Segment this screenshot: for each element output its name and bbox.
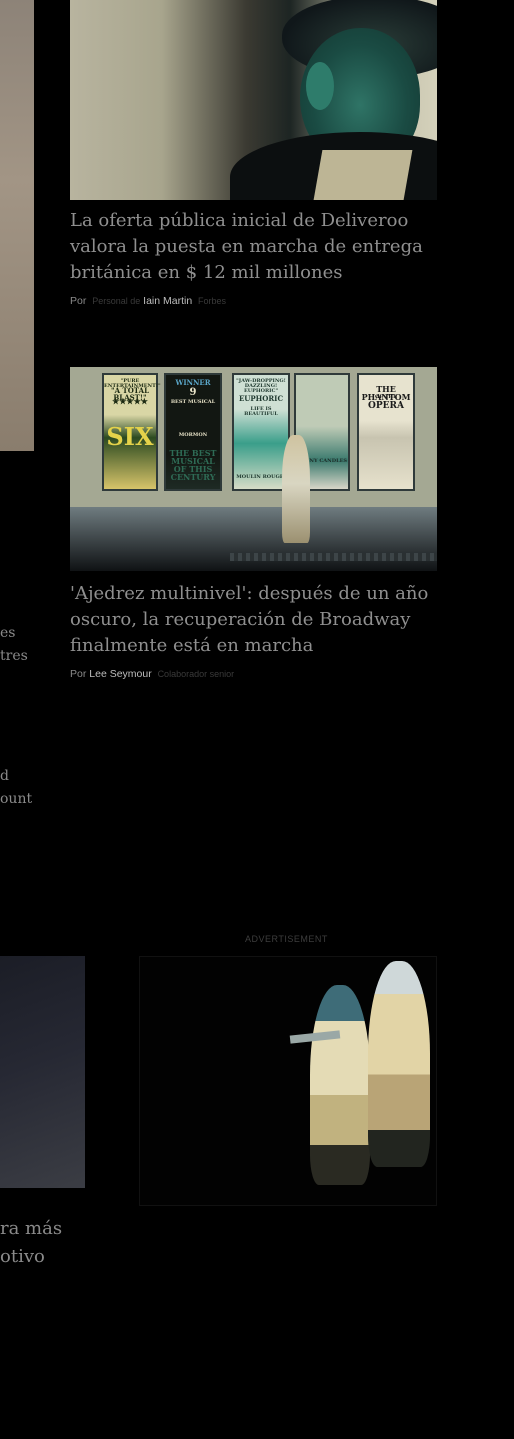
left-text-fragment: d (0, 768, 9, 784)
poster-phantom-opera: THE PHANTOM OF THE OPERA (357, 373, 415, 491)
image-detail (70, 507, 437, 571)
poster-text: EUPHORIC (238, 394, 284, 403)
article-image-broadway[interactable]: "PURE ENTERTAINMENT!" "A TOTAL BLAST!" ★… (70, 367, 437, 571)
byline-author[interactable]: Lee Seymour (89, 668, 151, 680)
byline-by: Por (70, 668, 87, 680)
left-title-fragment[interactable]: ra más (0, 1215, 62, 1243)
advertisement-banner[interactable] (139, 956, 437, 1206)
poster-text: 9 (189, 387, 197, 398)
poster-text: THE BEST MUSICAL OF THIS CENTURY (169, 448, 217, 482)
byline-role: Colaborador senior (157, 669, 235, 679)
image-detail (282, 435, 310, 543)
poster-text: OF THE (375, 394, 397, 400)
advertisement-label: ADVERTISEMENT (245, 934, 328, 944)
image-detail (313, 150, 413, 200)
article-image-portrait[interactable] (70, 0, 437, 200)
byline-by: Por (70, 295, 87, 307)
poster-text: LIFE IS BEAUTIFUL (244, 406, 278, 417)
poster-text: MORMON (178, 432, 208, 438)
byline-role: Personal de (92, 296, 141, 306)
poster-text: ★★★★★ (112, 396, 148, 406)
left-title-fragment[interactable]: otivo (0, 1243, 45, 1271)
article-title[interactable]: La oferta pública inicial de Deliveroo v… (70, 208, 440, 286)
ad-figure (368, 961, 430, 1167)
image-detail (230, 553, 437, 561)
image-detail (306, 62, 334, 110)
left-text-fragment: ount (0, 791, 33, 807)
poster-text: WINNER (175, 378, 211, 387)
article-byline: Por Lee Seymour Colaborador senior (70, 668, 234, 680)
byline-outlet: Forbes (198, 296, 227, 306)
ad-figure (310, 985, 370, 1185)
left-text-fragment: es (0, 625, 16, 641)
article-title[interactable]: 'Ajedrez multinivel': después de un año … (70, 581, 440, 659)
poster-book-of-mormon: WINNER 9 BEST MUSICAL MORMON THE BEST MU… (164, 373, 222, 491)
left-article-image-2[interactable] (0, 956, 85, 1188)
left-text-fragment: tres (0, 648, 28, 664)
left-article-image[interactable] (0, 0, 34, 451)
poster-text: BEST MUSICAL (170, 399, 216, 405)
poster-text: SIX (106, 422, 154, 451)
poster-six: "PURE ENTERTAINMENT!" "A TOTAL BLAST!" ★… (102, 373, 161, 491)
poster-text: OPERA (368, 401, 404, 411)
poster-text: "JAW-DROPPING! DAZZLING! EUPHORIC" (236, 378, 286, 394)
poster-text: MOULIN ROUGE! (236, 474, 286, 480)
byline-author[interactable]: Iain Martin (143, 295, 192, 307)
article-byline: Por Personal de Iain Martin Forbes (70, 295, 226, 307)
